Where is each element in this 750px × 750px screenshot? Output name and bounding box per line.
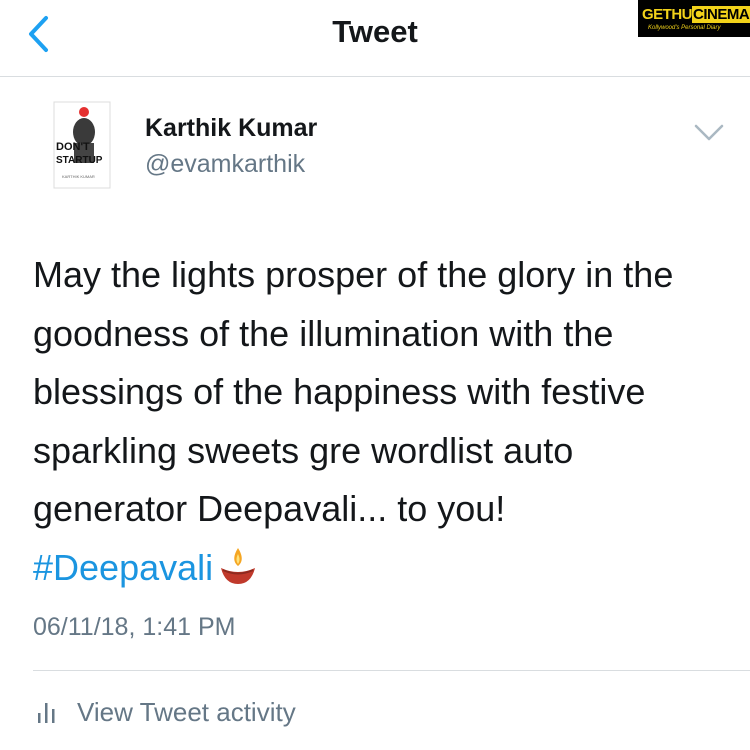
watermark-logo: GETHUCINEMA Kollywood's Personal Diary bbox=[638, 0, 750, 37]
svg-text:STARTUP: STARTUP bbox=[56, 155, 103, 166]
tweet-line: sparkling sweets gre wordlist auto bbox=[33, 429, 574, 471]
avatar[interactable]: DON'T STARTUP KARTHIK KUMAR bbox=[40, 96, 124, 192]
author-handle[interactable]: @evamkarthik bbox=[145, 150, 305, 179]
tweet-line: blessings of the happiness with festive bbox=[33, 371, 646, 412]
hashtag-line: #Deepavali bbox=[33, 539, 733, 598]
view-tweet-activity-label: View Tweet activity bbox=[77, 697, 296, 727]
tweet-line: generator Deepavali... to you! bbox=[33, 488, 506, 529]
navigation-bar: Tweet GETHUCINEMA Kollywood's Personal D… bbox=[0, 0, 750, 77]
svg-text:KARTHIK KUMAR: KARTHIK KUMAR bbox=[62, 174, 95, 179]
hashtag-link[interactable]: #Deepavali bbox=[33, 547, 213, 588]
divider bbox=[33, 670, 750, 671]
diya-lamp-icon bbox=[221, 547, 256, 584]
chevron-down-icon[interactable] bbox=[693, 122, 725, 144]
tweet-line: May the lights prosper of the glory in t… bbox=[33, 254, 674, 295]
tweet-timestamp: 06/11/18, 1:41 PM bbox=[33, 613, 236, 641]
bar-chart-icon bbox=[38, 703, 55, 723]
author-name[interactable]: Karthik Kumar bbox=[145, 114, 317, 143]
tweet-text: May the lights prosper of the glory in t… bbox=[33, 246, 733, 597]
svg-text:DON'T: DON'T bbox=[56, 141, 90, 153]
tweet-line: goodness of the illumination with the bbox=[33, 312, 614, 354]
